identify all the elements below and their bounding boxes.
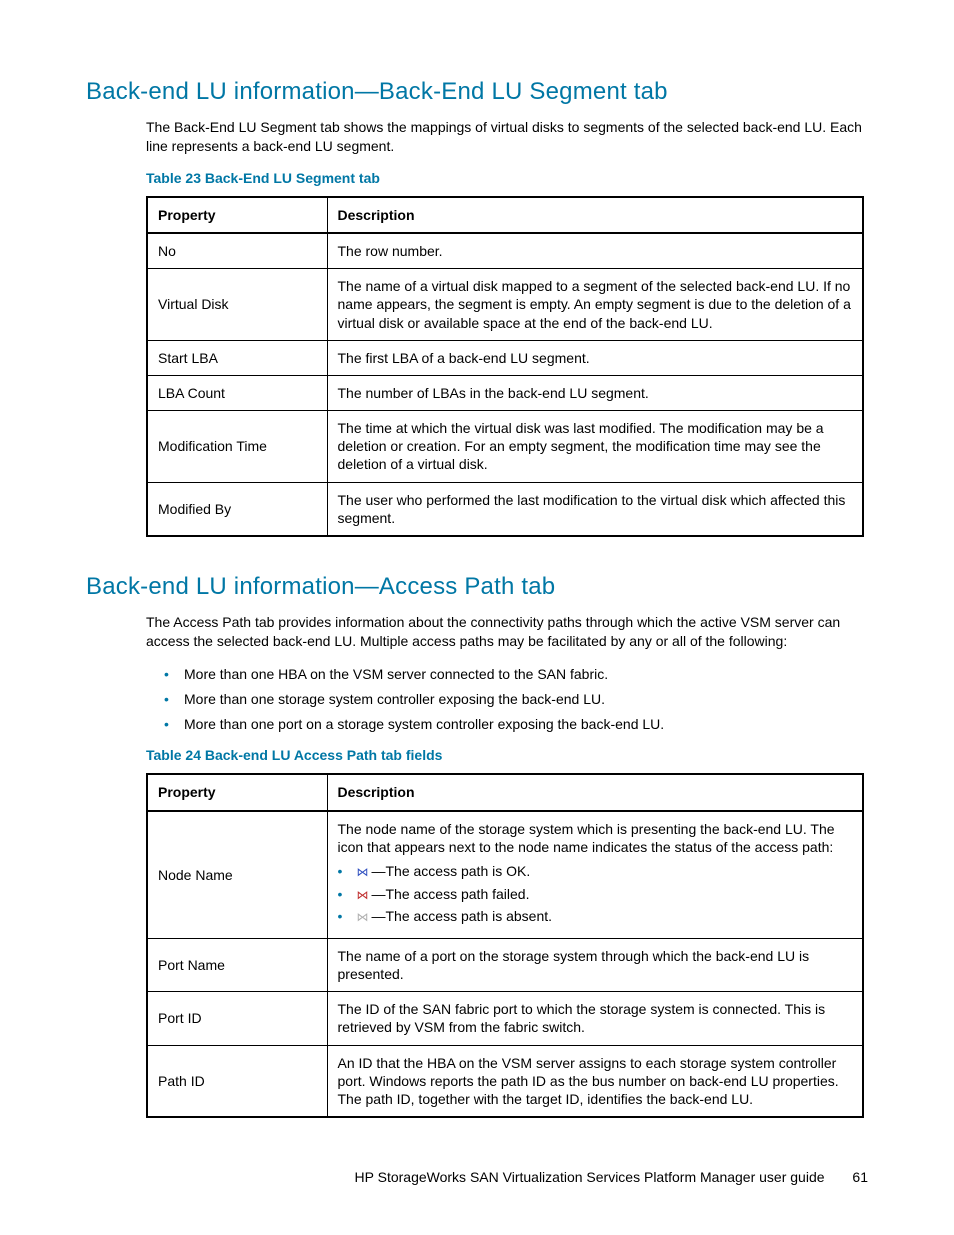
access-path-table: Property Description Node Name The node … — [146, 773, 864, 1118]
table-row: Port Name The name of a port on the stor… — [147, 938, 863, 991]
page-footer: HP StorageWorks SAN Virtualization Servi… — [355, 1169, 868, 1185]
table-row: Modified By The user who performed the l… — [147, 482, 863, 536]
table-row: Virtual Disk The name of a virtual disk … — [147, 269, 863, 341]
icon-status-text: —The access path failed. — [372, 886, 530, 902]
section-intro: The Back-End LU Segment tab shows the ma… — [146, 118, 868, 156]
cell-property: Node Name — [147, 811, 327, 939]
cell-description: The name of a virtual disk mapped to a s… — [327, 269, 863, 341]
cell-property: Modification Time — [147, 411, 327, 483]
cell-description: The number of LBAs in the back-end LU se… — [327, 375, 863, 410]
cell-property: No — [147, 233, 327, 269]
list-item: ⋈—The access path is OK. — [338, 862, 853, 881]
cell-description: An ID that the HBA on the VSM server ass… — [327, 1045, 863, 1117]
path-absent-icon: ⋈ — [356, 910, 370, 926]
page-number: 61 — [852, 1169, 868, 1185]
list-item: More than one HBA on the VSM server conn… — [164, 665, 868, 684]
path-ok-icon: ⋈ — [356, 865, 370, 881]
list-item: ⋈—The access path is absent. — [338, 907, 853, 926]
footer-title: HP StorageWorks SAN Virtualization Servi… — [355, 1169, 825, 1185]
cell-description: The ID of the SAN fabric port to which t… — [327, 992, 863, 1045]
table-caption: Table 24 Back-end LU Access Path tab fie… — [146, 747, 868, 763]
table-row: Node Name The node name of the storage s… — [147, 811, 863, 939]
segment-table: Property Description No The row number. … — [146, 196, 864, 537]
col-header-property: Property — [147, 197, 327, 233]
cell-lead-text: The node name of the storage system whic… — [338, 821, 835, 855]
list-item: More than one storage system controller … — [164, 690, 868, 709]
list-item: ⋈—The access path failed. — [338, 885, 853, 904]
cell-property: Modified By — [147, 482, 327, 536]
col-header-description: Description — [327, 197, 863, 233]
table-row: Modification Time The time at which the … — [147, 411, 863, 483]
table-row: LBA Count The number of LBAs in the back… — [147, 375, 863, 410]
cell-description: The user who performed the last modifica… — [327, 482, 863, 536]
table-header-row: Property Description — [147, 774, 863, 810]
table-row: Port ID The ID of the SAN fabric port to… — [147, 992, 863, 1045]
document-page: Back-end LU information—Back-End LU Segm… — [0, 0, 954, 1235]
section-heading: Back-end LU information—Access Path tab — [86, 573, 868, 601]
table-caption: Table 23 Back-End LU Segment tab — [146, 170, 868, 186]
col-header-description: Description — [327, 774, 863, 810]
cell-property: Path ID — [147, 1045, 327, 1117]
list-item: More than one port on a storage system c… — [164, 715, 868, 734]
icon-status-list: ⋈—The access path is OK. ⋈—The access pa… — [338, 862, 853, 926]
cell-property: Port ID — [147, 992, 327, 1045]
cell-property: Virtual Disk — [147, 269, 327, 341]
cell-property: Port Name — [147, 938, 327, 991]
icon-status-text: —The access path is absent. — [372, 908, 553, 924]
cell-description: The name of a port on the storage system… — [327, 938, 863, 991]
table-header-row: Property Description — [147, 197, 863, 233]
bullet-list: More than one HBA on the VSM server conn… — [164, 665, 868, 734]
icon-status-text: —The access path is OK. — [372, 863, 531, 879]
cell-description: The time at which the virtual disk was l… — [327, 411, 863, 483]
path-failed-icon: ⋈ — [356, 888, 370, 904]
section-heading: Back-end LU information—Back-End LU Segm… — [86, 78, 868, 106]
table-row: Start LBA The first LBA of a back-end LU… — [147, 340, 863, 375]
cell-description: The node name of the storage system whic… — [327, 811, 863, 939]
cell-description: The first LBA of a back-end LU segment. — [327, 340, 863, 375]
col-header-property: Property — [147, 774, 327, 810]
cell-property: Start LBA — [147, 340, 327, 375]
table-row: No The row number. — [147, 233, 863, 269]
table-row: Path ID An ID that the HBA on the VSM se… — [147, 1045, 863, 1117]
cell-description: The row number. — [327, 233, 863, 269]
section-intro: The Access Path tab provides information… — [146, 613, 868, 651]
cell-property: LBA Count — [147, 375, 327, 410]
